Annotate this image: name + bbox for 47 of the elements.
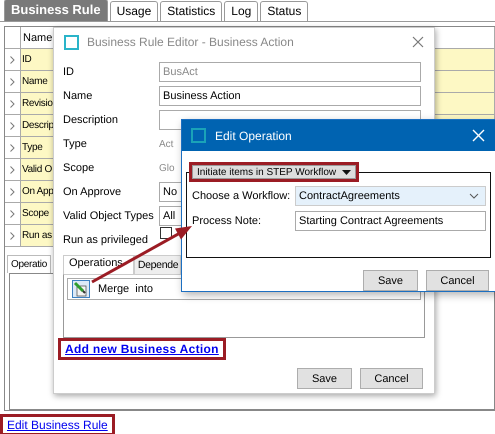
expand-icon[interactable] (10, 144, 15, 152)
window-icon (191, 128, 206, 143)
window-title: Business Rule Editor - Business Action (87, 35, 295, 49)
field-label: Name (63, 90, 94, 102)
dialog-button[interactable]: Cancel (426, 270, 489, 291)
field-value: Glo (159, 162, 175, 174)
input-field[interactable]: Business Action (159, 86, 421, 106)
close-icon[interactable] (412, 36, 424, 48)
expand-icon[interactable] (10, 122, 15, 130)
operation-label: Merge into (98, 283, 154, 295)
expand-icon[interactable] (10, 166, 15, 174)
dialog-button[interactable]: Save (363, 270, 418, 291)
tab[interactable]: Operatio (7, 255, 51, 273)
expand-icon[interactable] (10, 210, 15, 218)
field-label: Process Note: (192, 215, 262, 227)
dialog-button[interactable]: Save (297, 368, 352, 389)
field-label: Scope (63, 162, 96, 174)
field-label: Type (63, 138, 88, 150)
edit-icon[interactable] (72, 280, 90, 298)
window-icon (64, 34, 79, 50)
expand-icon[interactable] (10, 100, 15, 108)
field-label: Run as privileged (63, 234, 149, 246)
chevron-icon (469, 193, 479, 199)
field-label: On Approve (63, 186, 122, 198)
expand-icon[interactable] (10, 78, 15, 86)
add-business-action-link[interactable]: Add new Business Action (58, 338, 226, 360)
tab[interactable]: Status (260, 1, 308, 21)
workflow-dropdown[interactable]: ContractAgreements (295, 186, 486, 206)
tab[interactable]: Depende (134, 255, 182, 274)
tab[interactable]: Business Rule (4, 0, 108, 21)
expand-icon[interactable] (10, 188, 15, 196)
field-value: Act (159, 138, 174, 150)
dialog-button[interactable]: Cancel (360, 368, 423, 389)
checkbox[interactable] (160, 227, 172, 239)
tab[interactable]: Operations (63, 255, 134, 274)
tab[interactable]: Log (224, 1, 258, 21)
field-label: Choose a Workflow: (192, 190, 292, 202)
expand-icon[interactable] (10, 56, 15, 64)
tab[interactable]: Statistics (160, 1, 222, 21)
caret-icon (342, 170, 352, 174)
expand-icon[interactable] (10, 232, 15, 240)
operation-type-dropdown[interactable]: Initiate items in STEP Workflow (192, 165, 356, 179)
tab[interactable]: Usage (110, 1, 158, 21)
edit-business-rule-link[interactable]: Edit Business Rule (0, 414, 115, 434)
field-label: Description (63, 114, 120, 126)
input-field[interactable]: Starting Contract Agreements (295, 211, 486, 231)
field-label: Valid Object Types (63, 210, 155, 222)
